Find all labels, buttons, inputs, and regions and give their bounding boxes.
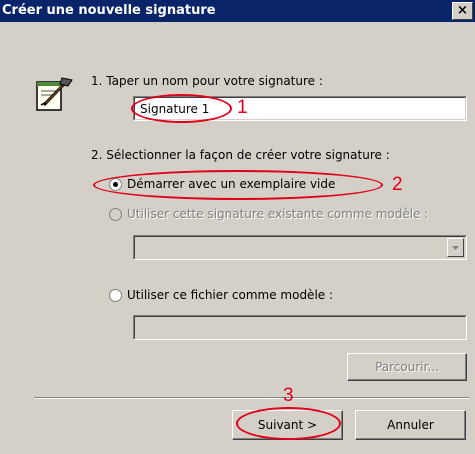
option-file-label[interactable]: Utiliser ce fichier comme modèle :	[127, 288, 333, 302]
file-path-input[interactable]	[133, 315, 467, 340]
dialog-title: Créer une nouvelle signature	[2, 3, 216, 18]
title-bar[interactable]: Créer une nouvelle signature ×	[0, 0, 475, 22]
browse-label: Parcourir...	[375, 360, 439, 374]
annotation-number-3: 3	[283, 385, 294, 406]
step2-label: 2. Sélectionner la façon de créer votre …	[91, 148, 390, 162]
dialog-window: Créer une nouvelle signature × 1. Taper …	[0, 0, 475, 454]
radio-existing-signature[interactable]	[109, 208, 122, 221]
annotation-number-2: 2	[392, 174, 403, 195]
signature-pen-icon	[34, 74, 74, 114]
close-button[interactable]: ×	[452, 2, 473, 20]
existing-signature-select[interactable]	[133, 235, 467, 260]
chevron-down-icon[interactable]	[447, 238, 464, 257]
annotation-circle-3	[236, 407, 341, 440]
annotation-circle-2	[93, 170, 383, 200]
step1-label: 1. Taper un nom pour votre signature :	[91, 74, 323, 88]
option-existing-label[interactable]: Utiliser cette signature existante comme…	[127, 207, 428, 221]
radio-file-template[interactable]	[109, 289, 122, 302]
browse-button[interactable]: Parcourir...	[347, 353, 467, 381]
cancel-label: Annuler	[387, 418, 434, 432]
annotation-number-1: 1	[237, 97, 248, 118]
cancel-button[interactable]: Annuler	[355, 410, 466, 440]
annotation-circle-1	[131, 94, 232, 123]
